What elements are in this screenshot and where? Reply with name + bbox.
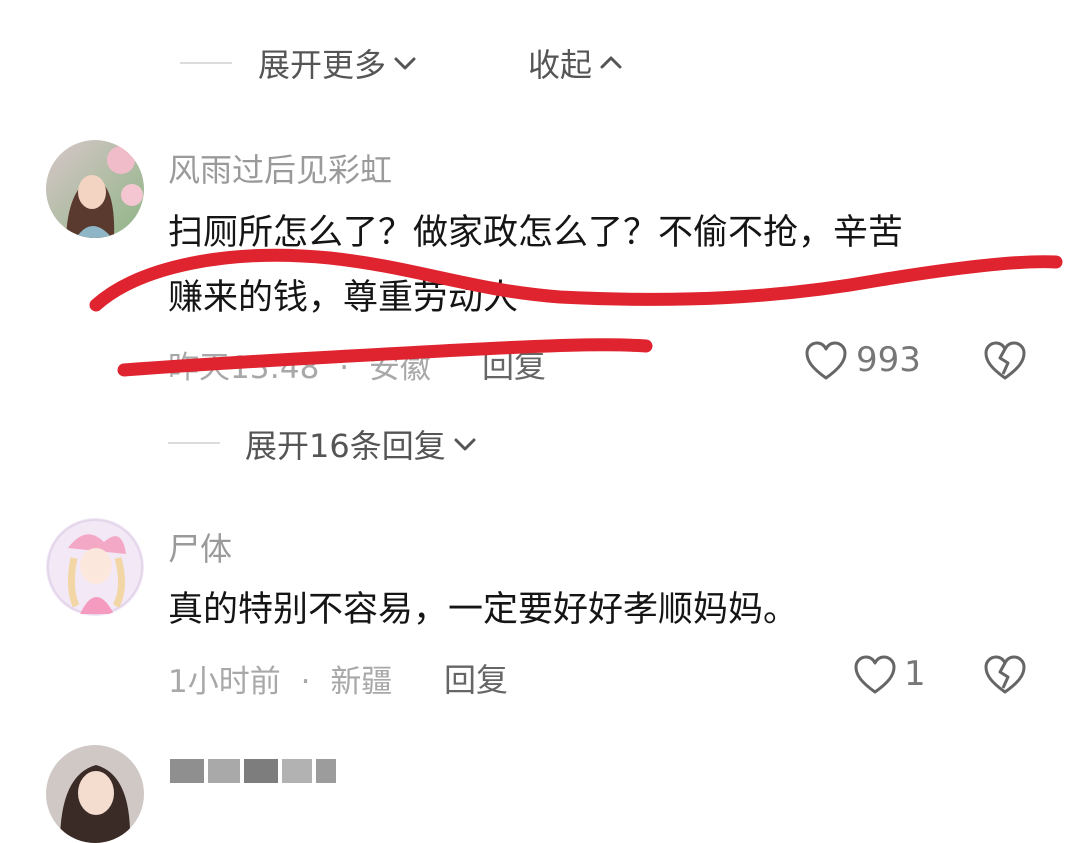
broken-heart-icon[interactable]: [983, 654, 1027, 696]
blurred-username-icon: [170, 759, 336, 783]
comment-text-line: 扫厕所怎么了？做家政怎么了？不偷不抢，辛苦: [168, 213, 904, 253]
comment-meta: 1小时前 · 新疆: [168, 656, 392, 701]
like-count: 993: [856, 340, 921, 380]
meta-separator: ·: [300, 664, 311, 700]
collapse-label: 收起: [528, 46, 593, 84]
expand-replies-label: 展开16条回复: [245, 427, 446, 465]
chevron-up-icon: [600, 56, 622, 69]
expand-more-button[interactable]: 展开更多: [258, 40, 418, 86]
comment-time: 昨天13:48: [168, 350, 320, 386]
comment-location: 安徽: [368, 350, 431, 386]
comment-meta: 昨天13:48 · 安徽: [168, 342, 431, 387]
username-placeholder: [170, 757, 340, 785]
collapse-button[interactable]: 收起: [528, 40, 624, 86]
comment-text-line: 赚来的钱，尊重劳动人: [168, 278, 519, 318]
reply-button[interactable]: 回复: [482, 341, 546, 387]
comment-text: 真的特别不容易，一定要好好孝顺妈妈。: [168, 590, 799, 630]
comment-username[interactable]: 风雨过后见彩虹: [168, 145, 392, 191]
chevron-down-icon: [454, 438, 476, 451]
reply-button[interactable]: 回复: [444, 655, 508, 701]
expand-replies-button[interactable]: 展开16条回复: [245, 421, 478, 467]
meta-separator: ·: [339, 350, 350, 386]
broken-heart-icon[interactable]: [983, 340, 1027, 382]
like-count: 1: [904, 654, 926, 694]
chevron-down-icon: [394, 57, 416, 70]
divider-line: [180, 62, 232, 64]
avatar-image: [46, 140, 144, 238]
avatar-image: [46, 518, 144, 616]
avatar[interactable]: [46, 140, 144, 238]
expand-more-label: 展开更多: [258, 46, 387, 84]
divider-line: [168, 442, 220, 444]
avatar[interactable]: [46, 745, 144, 843]
comment-location: 新疆: [330, 664, 393, 700]
comment-time: 1小时前: [168, 664, 281, 700]
comment-username[interactable]: 尸体: [168, 524, 232, 570]
avatar[interactable]: [46, 518, 144, 616]
avatar-image: [46, 745, 144, 843]
heart-icon[interactable]: [804, 340, 848, 382]
heart-icon[interactable]: [853, 654, 897, 696]
